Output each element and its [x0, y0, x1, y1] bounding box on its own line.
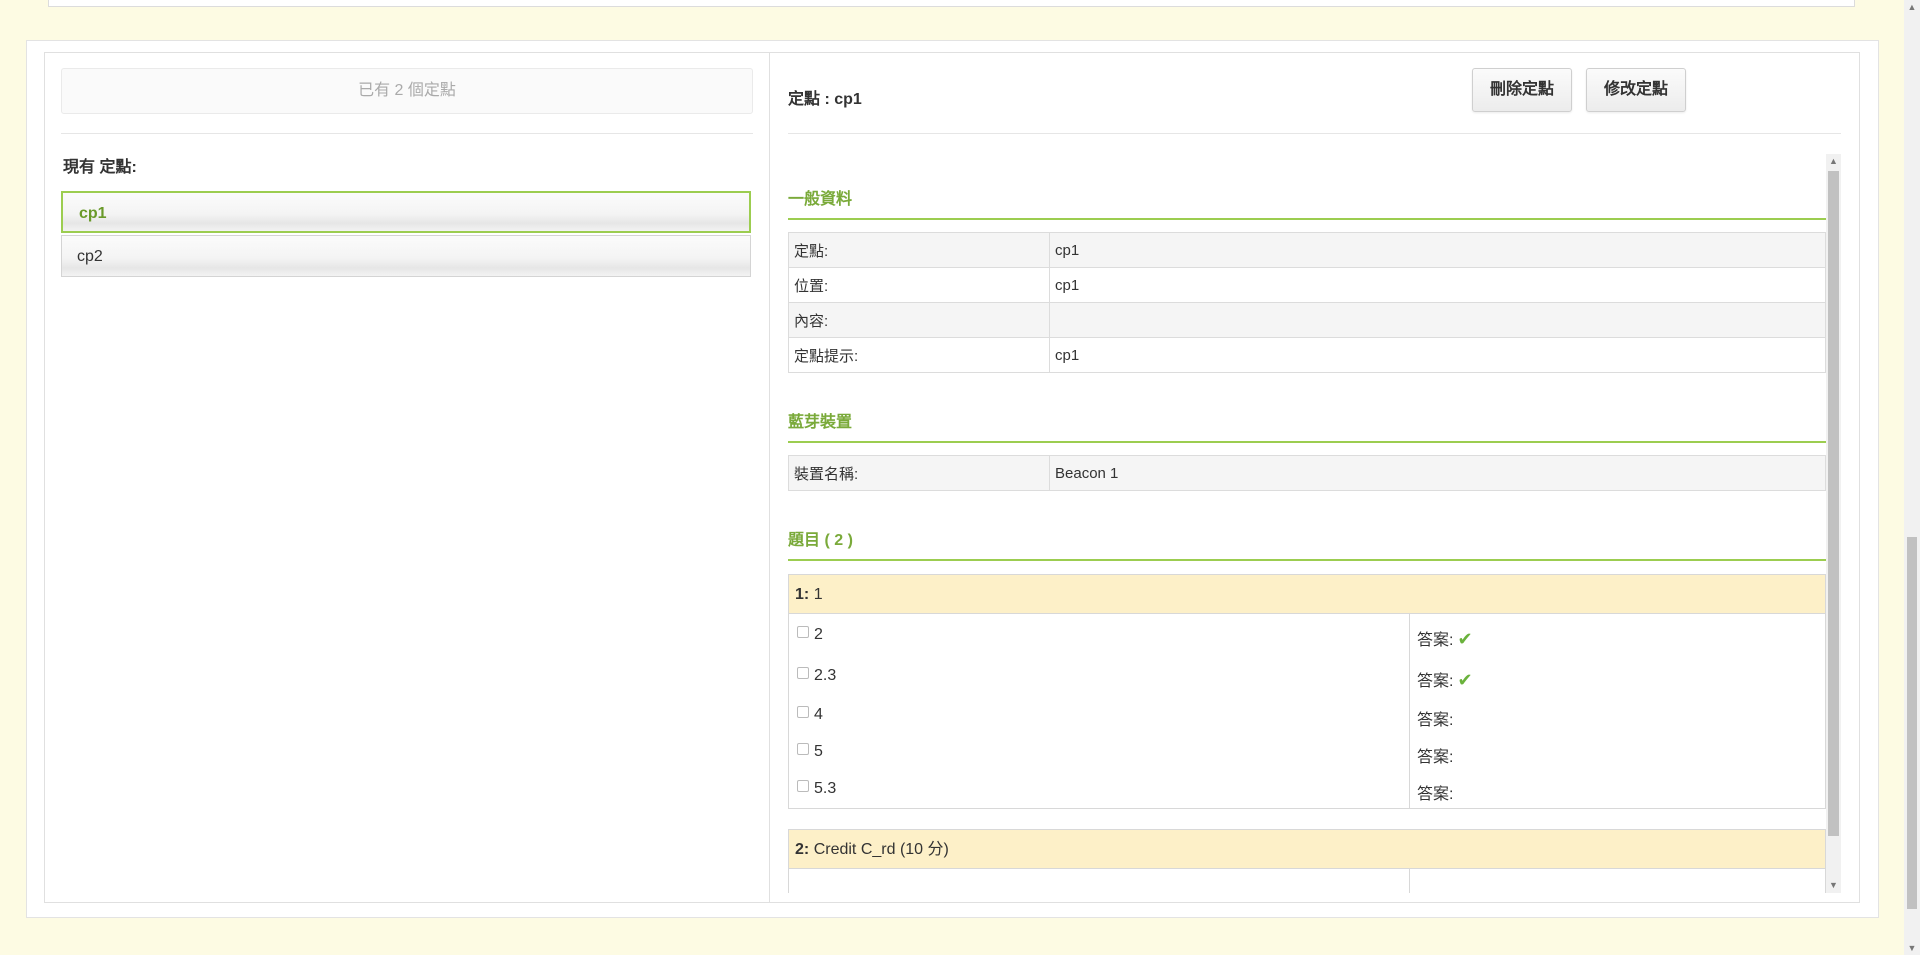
bluetooth-section-title: 藍芽裝置 — [788, 414, 853, 431]
checkpoint-detail-panel: 定點 : cp1 刪除定點 修改定點 一般資料 定點: cp1 位置: cp1 — [770, 53, 1859, 902]
table-row: 定點: cp1 — [788, 232, 1826, 268]
checkpoint-item-cp2[interactable]: cp2 — [61, 235, 751, 277]
answer-cell: 答案: — [1417, 743, 1453, 767]
answer-label: 答案: — [1417, 632, 1454, 649]
question-options: 2 答案: ✔ 2.3 答案: ✔ 4 答案: 5 答案: 5.3 答案: — [788, 613, 1826, 809]
option-row: 4 — [797, 706, 823, 724]
answer-cell: 答案: ✔ — [1417, 667, 1473, 691]
question-options — [788, 868, 1826, 893]
option-label: 5 — [814, 743, 823, 760]
page-scrollbar[interactable]: ▲ ▼ — [1904, 0, 1920, 955]
bluetooth-table: 裝置名稱: Beacon 1 — [788, 455, 1826, 491]
row-value: cp1 — [1049, 337, 1826, 373]
row-key: 定點提示: — [788, 337, 1050, 373]
option-checkbox[interactable] — [797, 626, 809, 638]
detail-scroll-area[interactable]: 一般資料 定點: cp1 位置: cp1 內容: 定點提示: cp1 藍芽裝置 … — [788, 154, 1841, 893]
question-header: 1: 1 — [788, 574, 1826, 614]
scroll-up-icon[interactable]: ▲ — [1826, 154, 1841, 169]
option-checkbox[interactable] — [797, 706, 809, 718]
option-row: 5.3 — [797, 780, 836, 798]
question-number: 1: — [795, 586, 810, 603]
scrollbar-thumb[interactable] — [1828, 171, 1839, 836]
answer-label: 答案: — [1417, 749, 1454, 766]
checkmark-icon: ✔ — [1457, 629, 1473, 649]
option-row: 5 — [797, 743, 823, 761]
detail-scrollbar[interactable]: ▲ ▼ — [1826, 154, 1841, 893]
table-row: 裝置名稱: Beacon 1 — [788, 455, 1826, 491]
column-divider — [1409, 869, 1410, 893]
option-row: 2.3 — [797, 667, 836, 685]
questions-section-title: 題目 ( 2 ) — [788, 532, 853, 549]
answer-label: 答案: — [1417, 673, 1454, 690]
answer-cell: 答案: — [1417, 780, 1453, 804]
answer-label: 答案: — [1417, 712, 1454, 729]
section-divider — [788, 441, 1826, 443]
checkpoint-list-title: 現有 定點: — [63, 159, 137, 176]
row-value: cp1 — [1049, 267, 1826, 303]
divider — [788, 133, 1841, 134]
scroll-up-icon[interactable]: ▲ — [1904, 0, 1920, 14]
answer-cell: 答案: ✔ — [1417, 626, 1473, 650]
row-value — [1049, 302, 1826, 338]
delete-checkpoint-button[interactable]: 刪除定點 — [1472, 68, 1572, 112]
question-number: 2: — [795, 841, 810, 858]
section-divider — [788, 218, 1826, 220]
scroll-down-icon[interactable]: ▼ — [1904, 941, 1920, 955]
checkpoint-title: 定點 : cp1 — [788, 91, 862, 108]
option-checkbox[interactable] — [797, 780, 809, 792]
table-row: 內容: — [788, 302, 1826, 338]
option-label: 4 — [814, 706, 823, 723]
edit-checkpoint-button[interactable]: 修改定點 — [1586, 68, 1686, 112]
row-key: 位置: — [788, 267, 1050, 303]
question-text: Credit C_rd (10 分) — [813, 841, 949, 858]
scroll-down-icon[interactable]: ▼ — [1826, 878, 1841, 893]
option-label: 2.3 — [814, 667, 837, 684]
checkpoint-list-panel: 已有 2 個定點 現有 定點: cp1 cp2 — [45, 53, 770, 902]
table-row: 定點提示: cp1 — [788, 337, 1826, 373]
row-key: 定點: — [788, 232, 1050, 268]
row-value: Beacon 1 — [1049, 455, 1826, 491]
option-checkbox[interactable] — [797, 667, 809, 679]
option-label: 5.3 — [814, 780, 837, 797]
checkmark-icon: ✔ — [1457, 670, 1473, 690]
checkpoint-panel: 已有 2 個定點 現有 定點: cp1 cp2 定點 : cp1 刪除定點 修改… — [44, 52, 1860, 903]
answer-label: 答案: — [1417, 786, 1454, 803]
general-section-title: 一般資料 — [788, 191, 853, 208]
option-checkbox[interactable] — [797, 743, 809, 755]
question-header: 2: Credit C_rd (10 分) — [788, 829, 1826, 869]
scrollbar-thumb[interactable] — [1907, 537, 1917, 909]
column-divider — [1409, 614, 1410, 808]
section-divider — [788, 559, 1826, 561]
checkpoint-item-cp1[interactable]: cp1 — [61, 191, 751, 233]
checkpoint-count: 已有 2 個定點 — [61, 68, 753, 114]
top-panel-edge — [48, 0, 1855, 7]
option-label: 2 — [814, 626, 823, 643]
answer-cell: 答案: — [1417, 706, 1453, 730]
general-info-table: 定點: cp1 位置: cp1 內容: 定點提示: cp1 — [788, 232, 1826, 373]
table-row: 位置: cp1 — [788, 267, 1826, 303]
row-key: 裝置名稱: — [788, 455, 1050, 491]
divider — [61, 133, 753, 134]
option-row: 2 — [797, 626, 823, 644]
row-key: 內容: — [788, 302, 1050, 338]
question-text: 1 — [813, 586, 823, 603]
row-value: cp1 — [1049, 232, 1826, 268]
